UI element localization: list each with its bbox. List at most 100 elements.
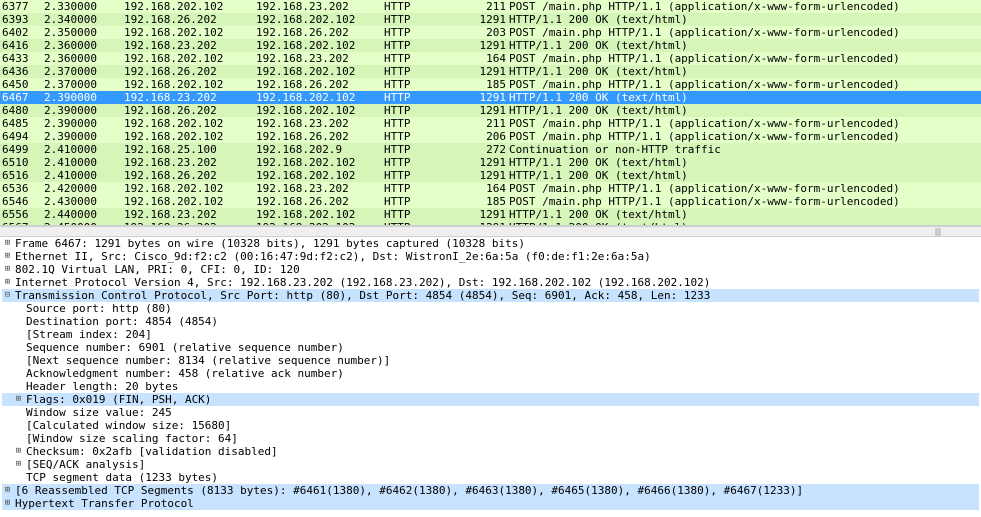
tree-next-seq[interactable]: [Next sequence number: 8134 (relative se… bbox=[2, 354, 979, 367]
packet-row[interactable]: 64162.360000192.168.23.202192.168.202.10… bbox=[0, 39, 981, 52]
packet-details-pane[interactable]: ⊞Frame 6467: 1291 bytes on wire (10328 b… bbox=[0, 237, 981, 510]
packet-info: HTTP/1.1 200 OK (text/html) bbox=[506, 39, 981, 52]
packet-info: Continuation or non-HTTP traffic bbox=[506, 143, 981, 156]
tree-seq-ack[interactable]: ⊞[SEQ/ACK analysis] bbox=[2, 458, 979, 471]
packet-source: 192.168.202.102 bbox=[124, 52, 256, 65]
packet-length: 1291 bbox=[459, 39, 506, 52]
expand-icon[interactable]: ⊞ bbox=[2, 263, 13, 276]
packet-row[interactable]: 64022.350000192.168.202.102192.168.26.20… bbox=[0, 26, 981, 39]
packet-row[interactable]: 64672.390000192.168.23.202192.168.202.10… bbox=[0, 91, 981, 104]
packet-protocol: HTTP bbox=[384, 195, 459, 208]
packet-destination: 192.168.26.202 bbox=[256, 26, 384, 39]
packet-protocol: HTTP bbox=[384, 39, 459, 52]
tree-frame[interactable]: ⊞Frame 6467: 1291 bytes on wire (10328 b… bbox=[2, 237, 979, 250]
tree-flags[interactable]: ⊞Flags: 0x019 (FIN, PSH, ACK) bbox=[2, 393, 979, 406]
scrollbar-thumb[interactable] bbox=[935, 228, 941, 236]
packet-source: 192.168.25.100 bbox=[124, 143, 256, 156]
tree-tcp[interactable]: ⊟Transmission Control Protocol, Src Port… bbox=[2, 289, 979, 302]
horizontal-scrollbar[interactable] bbox=[0, 226, 981, 237]
packet-length: 1291 bbox=[459, 104, 506, 117]
packet-source: 192.168.23.202 bbox=[124, 208, 256, 221]
packet-row[interactable]: 64332.360000192.168.202.102192.168.23.20… bbox=[0, 52, 981, 65]
packet-protocol: HTTP bbox=[384, 156, 459, 169]
packet-row[interactable]: 63772.330000192.168.202.102192.168.23.20… bbox=[0, 0, 981, 13]
tree-scaling[interactable]: [Window size scaling factor: 64] bbox=[2, 432, 979, 445]
tree-ip[interactable]: ⊞Internet Protocol Version 4, Src: 192.1… bbox=[2, 276, 979, 289]
packet-time: 2.430000 bbox=[44, 195, 124, 208]
packet-list-pane[interactable]: 63772.330000192.168.202.102192.168.23.20… bbox=[0, 0, 981, 226]
packet-time: 2.390000 bbox=[44, 130, 124, 143]
tree-hdr-len[interactable]: Header length: 20 bytes bbox=[2, 380, 979, 393]
expand-icon[interactable]: ⊞ bbox=[13, 458, 24, 471]
packet-protocol: HTTP bbox=[384, 52, 459, 65]
packet-source: 192.168.202.102 bbox=[124, 117, 256, 130]
packet-destination: 192.168.26.202 bbox=[256, 195, 384, 208]
packet-no: 6499 bbox=[0, 143, 44, 156]
packet-destination: 192.168.202.9 bbox=[256, 143, 384, 156]
packet-info: HTTP/1.1 200 OK (text/html) bbox=[506, 104, 981, 117]
packet-row[interactable]: 65102.410000192.168.23.202192.168.202.10… bbox=[0, 156, 981, 169]
packet-destination: 192.168.202.102 bbox=[256, 39, 384, 52]
packet-row[interactable]: 64992.410000192.168.25.100192.168.202.9H… bbox=[0, 143, 981, 156]
packet-source: 192.168.26.202 bbox=[124, 13, 256, 26]
packet-protocol: HTTP bbox=[384, 0, 459, 13]
packet-protocol: HTTP bbox=[384, 169, 459, 182]
packet-protocol: HTTP bbox=[384, 208, 459, 221]
packet-time: 2.330000 bbox=[44, 0, 124, 13]
packet-destination: 192.168.23.202 bbox=[256, 0, 384, 13]
tree-vlan[interactable]: ⊞802.1Q Virtual LAN, PRI: 0, CFI: 0, ID:… bbox=[2, 263, 979, 276]
packet-no: 6556 bbox=[0, 208, 44, 221]
tree-http[interactable]: ⊞Hypertext Transfer Protocol bbox=[2, 497, 979, 510]
packet-time: 2.390000 bbox=[44, 91, 124, 104]
tree-ack[interactable]: Acknowledgment number: 458 (relative ack… bbox=[2, 367, 979, 380]
packet-time: 2.350000 bbox=[44, 26, 124, 39]
packet-row[interactable]: 64852.390000192.168.202.102192.168.23.20… bbox=[0, 117, 981, 130]
packet-destination: 192.168.26.202 bbox=[256, 130, 384, 143]
packet-source: 192.168.202.102 bbox=[124, 182, 256, 195]
packet-length: 1291 bbox=[459, 13, 506, 26]
expand-icon[interactable]: ⊞ bbox=[2, 250, 13, 263]
expand-icon[interactable]: ⊞ bbox=[13, 393, 24, 406]
packet-row[interactable]: 65462.430000192.168.202.102192.168.26.20… bbox=[0, 195, 981, 208]
packet-time: 2.360000 bbox=[44, 39, 124, 52]
packet-no: 6436 bbox=[0, 65, 44, 78]
tree-checksum[interactable]: ⊞Checksum: 0x2afb [validation disabled] bbox=[2, 445, 979, 458]
packet-no: 6480 bbox=[0, 104, 44, 117]
tree-win-size[interactable]: Window size value: 245 bbox=[2, 406, 979, 419]
packet-no: 6450 bbox=[0, 78, 44, 91]
packet-row[interactable]: 64502.370000192.168.202.102192.168.26.20… bbox=[0, 78, 981, 91]
tree-ethernet[interactable]: ⊞Ethernet II, Src: Cisco_9d:f2:c2 (00:16… bbox=[2, 250, 979, 263]
packet-row[interactable]: 65162.410000192.168.26.202192.168.202.10… bbox=[0, 169, 981, 182]
expand-icon[interactable]: ⊞ bbox=[2, 484, 13, 497]
packet-destination: 192.168.202.102 bbox=[256, 169, 384, 182]
packet-time: 2.410000 bbox=[44, 156, 124, 169]
packet-info: POST /main.php HTTP/1.1 (application/x-w… bbox=[506, 117, 981, 130]
packet-row[interactable]: 64802.390000192.168.26.202192.168.202.10… bbox=[0, 104, 981, 117]
packet-row[interactable]: 64942.390000192.168.202.102192.168.26.20… bbox=[0, 130, 981, 143]
packet-row[interactable]: 65562.440000192.168.23.202192.168.202.10… bbox=[0, 208, 981, 221]
packet-protocol: HTTP bbox=[384, 117, 459, 130]
packet-time: 2.360000 bbox=[44, 52, 124, 65]
packet-length: 272 bbox=[459, 143, 506, 156]
packet-row[interactable]: 65362.420000192.168.202.102192.168.23.20… bbox=[0, 182, 981, 195]
packet-row[interactable]: 64362.370000192.168.26.202192.168.202.10… bbox=[0, 65, 981, 78]
packet-no: 6546 bbox=[0, 195, 44, 208]
expand-icon[interactable]: ⊞ bbox=[2, 276, 13, 289]
tree-seq[interactable]: Sequence number: 6901 (relative sequence… bbox=[2, 341, 979, 354]
packet-info: POST /main.php HTTP/1.1 (application/x-w… bbox=[506, 78, 981, 91]
tree-reassembled[interactable]: ⊞[6 Reassembled TCP Segments (8133 bytes… bbox=[2, 484, 979, 497]
packet-destination: 192.168.202.102 bbox=[256, 208, 384, 221]
expand-icon[interactable]: ⊞ bbox=[13, 445, 24, 458]
packet-length: 1291 bbox=[459, 156, 506, 169]
expand-icon[interactable]: ⊞ bbox=[2, 237, 13, 250]
collapse-icon[interactable]: ⊟ bbox=[2, 289, 13, 302]
tree-stream-index[interactable]: [Stream index: 204] bbox=[2, 328, 979, 341]
expand-icon[interactable]: ⊞ bbox=[2, 497, 13, 510]
packet-row[interactable]: 63932.340000192.168.26.202192.168.202.10… bbox=[0, 13, 981, 26]
packet-source: 192.168.202.102 bbox=[124, 78, 256, 91]
tree-dst-port[interactable]: Destination port: 4854 (4854) bbox=[2, 315, 979, 328]
tree-segment-data[interactable]: TCP segment data (1233 bytes) bbox=[2, 471, 979, 484]
tree-calc-win[interactable]: [Calculated window size: 15680] bbox=[2, 419, 979, 432]
packet-info: POST /main.php HTTP/1.1 (application/x-w… bbox=[506, 182, 981, 195]
tree-src-port[interactable]: Source port: http (80) bbox=[2, 302, 979, 315]
